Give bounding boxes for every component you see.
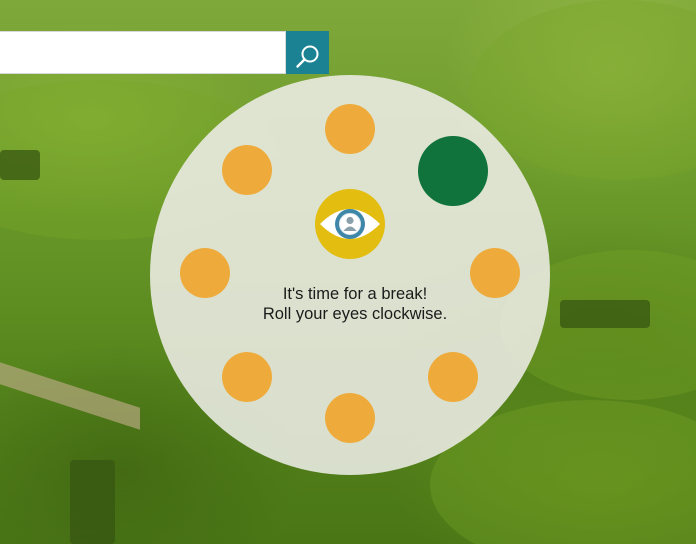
search-icon xyxy=(295,45,318,68)
break-title: It's time for a break! xyxy=(282,285,428,303)
break-instruction: Roll your eyes clockwise. xyxy=(262,305,448,323)
search-field[interactable] xyxy=(0,31,286,74)
eye-roll-dot-top-right-active xyxy=(418,136,488,206)
eye-roll-dot-top xyxy=(325,104,375,154)
eye-roll-dot-bottom xyxy=(325,393,375,443)
eye-roll-dot-top-left xyxy=(222,145,272,195)
eye-roll-dot-bottom-left xyxy=(222,352,272,402)
break-reminder-panel: It's time for a break! Roll your eyes cl… xyxy=(150,75,550,475)
eye-roll-dot-bottom-right xyxy=(428,352,478,402)
break-message: It's time for a break! Roll your eyes cl… xyxy=(150,284,560,324)
search-button[interactable] xyxy=(286,31,329,74)
search-input[interactable] xyxy=(0,32,285,73)
eye-icon xyxy=(315,189,385,259)
